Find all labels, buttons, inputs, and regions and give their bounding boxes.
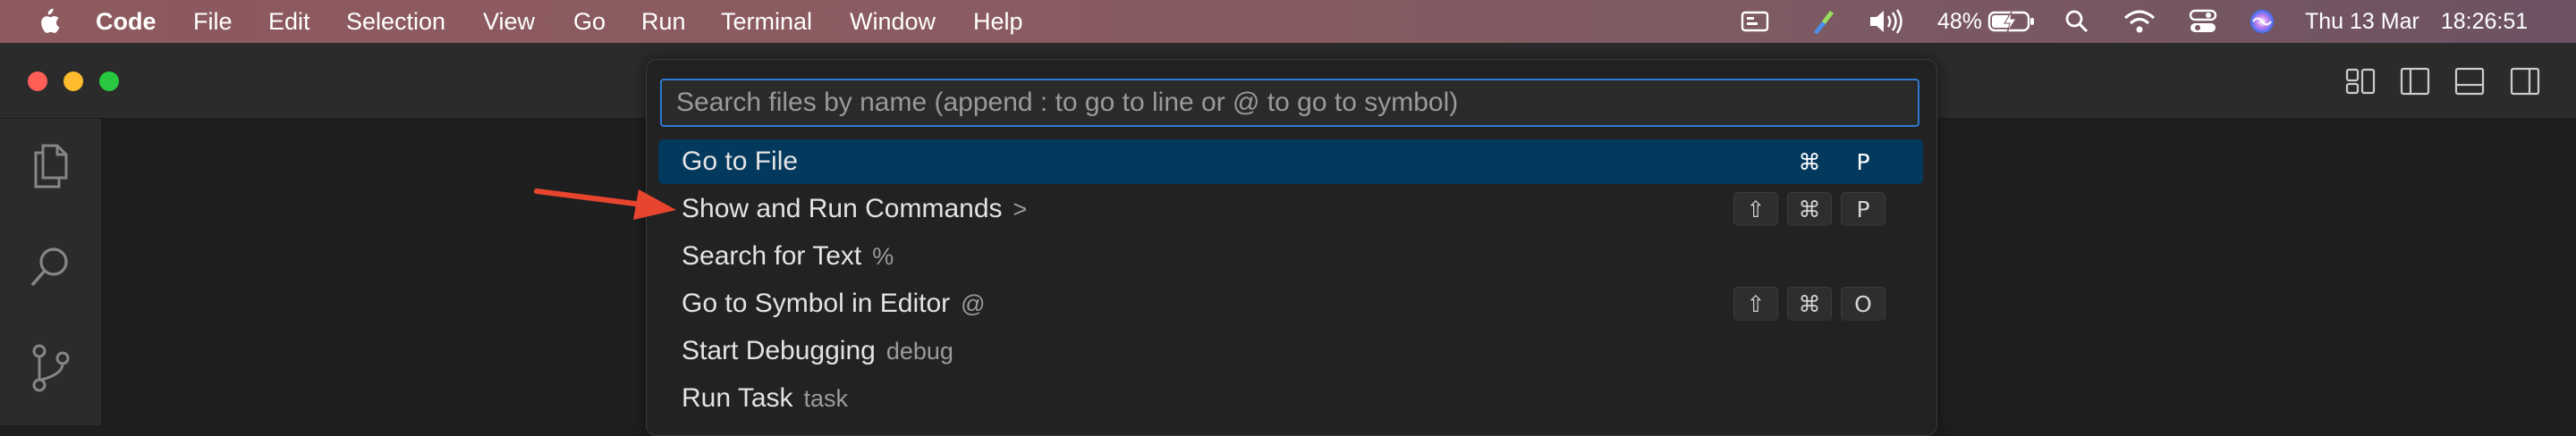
key-p: P [1856, 148, 1870, 175]
key-shift: ⇧ [1733, 287, 1778, 321]
siri-icon[interactable] [2249, 0, 2275, 43]
volume-icon[interactable] [1868, 0, 1907, 43]
battery-status[interactable]: 48% [1937, 0, 2036, 43]
activity-bar [0, 119, 102, 425]
menu-app-name[interactable]: Code [96, 0, 157, 43]
clock[interactable]: Thu 13 Mar 18:26:51 [2305, 0, 2528, 43]
clock-time: 18:26:51 [2440, 8, 2529, 34]
item-label: Show and Run Commands [682, 194, 1003, 223]
control-center-icon[interactable] [2189, 0, 2217, 43]
status-pen-icon[interactable] [1809, 0, 1837, 43]
quick-open-item-show-commands[interactable]: Show and Run Commands > ⇧ ⌘ P [658, 187, 1923, 231]
source-control-icon[interactable] [25, 342, 77, 394]
macos-menu-bar: Code File Edit Selection View Go Run Ter… [0, 0, 2576, 43]
item-prefix: % [872, 242, 894, 270]
item-prefix: debug [886, 337, 953, 365]
window-zoom-button[interactable] [99, 71, 119, 91]
key-cmd: ⌘ [1798, 148, 1821, 175]
explorer-icon[interactable] [25, 138, 77, 190]
key-p: P [1841, 192, 1885, 226]
menu-edit[interactable]: Edit [268, 0, 310, 43]
toggle-primary-sidebar-icon[interactable] [2400, 66, 2430, 96]
key-o: O [1841, 287, 1885, 321]
menu-selection[interactable]: Selection [346, 0, 445, 43]
apple-logo-icon[interactable] [36, 7, 61, 36]
spotlight-search-icon[interactable] [2064, 0, 2089, 43]
quick-open-item-run-task[interactable]: Run Task task [658, 376, 1923, 421]
menu-go[interactable]: Go [573, 0, 606, 43]
item-prefix: > [1013, 195, 1028, 222]
window-close-button[interactable] [28, 71, 47, 91]
keybinding: ⇧ ⌘ P [1733, 187, 1885, 231]
item-prefix: task [803, 384, 849, 412]
menu-window[interactable]: Window [850, 0, 936, 43]
clock-date: Thu 13 Mar [2305, 8, 2419, 34]
menu-view[interactable]: View [483, 0, 535, 43]
search-icon[interactable] [25, 240, 77, 292]
quick-open-search-input[interactable] [660, 79, 1919, 127]
wifi-icon[interactable] [2123, 0, 2156, 43]
keybinding: ⇧ ⌘ O [1733, 281, 1885, 326]
toggle-panel-icon[interactable] [2454, 66, 2485, 96]
status-display-icon[interactable] [1741, 0, 1769, 43]
menu-terminal[interactable]: Terminal [721, 0, 812, 43]
battery-percent: 48% [1937, 8, 1983, 34]
quick-open-item-start-debugging[interactable]: Start Debugging debug [658, 329, 1923, 373]
key-shift: ⇧ [1733, 192, 1778, 226]
item-label: Go to File [682, 147, 799, 176]
item-label: Go to Symbol in Editor [682, 289, 951, 318]
item-label: Start Debugging [682, 336, 876, 365]
menu-help[interactable]: Help [973, 0, 1023, 43]
item-label: Search for Text [682, 241, 862, 271]
quick-open-item-go-to-symbol[interactable]: Go to Symbol in Editor @ ⇧ ⌘ O [658, 281, 1923, 326]
key-cmd: ⌘ [1787, 287, 1832, 321]
customize-layout-icon[interactable] [2345, 66, 2376, 96]
annotation-arrow-icon [534, 189, 676, 220]
key-cmd: ⌘ [1787, 192, 1832, 226]
item-prefix: @ [961, 289, 986, 317]
quick-open-item-search-text[interactable]: Search for Text % [658, 234, 1923, 279]
quick-open-widget: Go to File ⌘ P Show and Run Commands > ⇧… [646, 59, 1937, 436]
menu-file[interactable]: File [193, 0, 233, 43]
toggle-secondary-sidebar-icon[interactable] [2510, 66, 2540, 96]
battery-charging-icon [1987, 11, 2035, 33]
quick-open-item-go-to-file[interactable]: Go to File ⌘ P [658, 139, 1923, 184]
window-minimize-button[interactable] [64, 71, 83, 91]
keybinding: ⌘ P [1787, 139, 1885, 184]
item-label: Run Task [682, 383, 793, 413]
menu-run[interactable]: Run [641, 0, 686, 43]
